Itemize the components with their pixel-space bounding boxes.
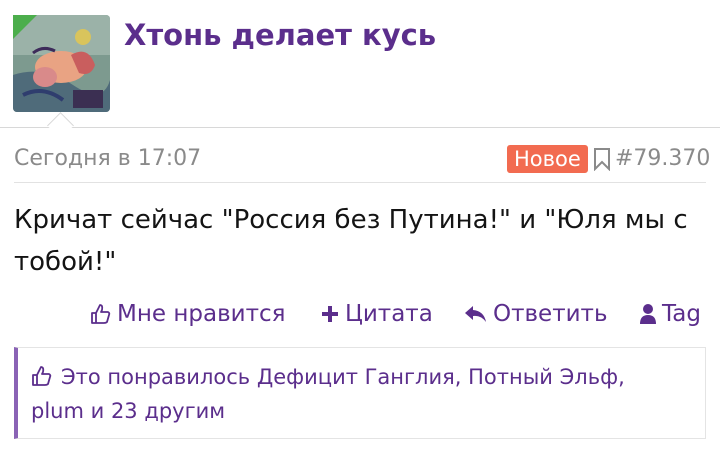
bookmark-icon[interactable] — [593, 147, 611, 171]
new-badge: Новое — [507, 145, 588, 173]
reply-label: Ответить — [493, 301, 608, 327]
user-icon — [640, 304, 656, 324]
like-label: Мне нравится — [117, 301, 286, 327]
liker-link-3[interactable]: plum — [31, 399, 84, 423]
avatar-status-corner — [13, 15, 37, 39]
reply-button[interactable]: Ответить — [464, 296, 608, 332]
post-actions: Мне нравится Цитата Ответить Tag — [0, 296, 720, 332]
post-number[interactable]: #79.370 — [615, 146, 710, 171]
likes-summary: Это понравилось Дефицит Ганглия, Потный … — [14, 347, 706, 439]
likes-text: Это понравилось Дефицит Ганглия, Потный … — [31, 360, 691, 428]
post-meta: Сегодня в 17:07 Новое #79.370 — [0, 140, 720, 180]
liker-link-1[interactable]: Дефицит Ганглия — [257, 365, 455, 389]
plus-icon — [322, 306, 338, 322]
thumbs-up-icon — [32, 366, 52, 386]
like-button[interactable]: Мне нравится — [90, 296, 285, 332]
tag-label: Tag — [662, 301, 701, 327]
likes-prefix: Это понравилось — [61, 365, 251, 389]
post-header: Хтонь делает кусь — [0, 0, 720, 127]
likes-separator: , — [454, 365, 469, 389]
meta-divider — [14, 182, 706, 183]
header-divider — [0, 127, 720, 128]
liker-link-2[interactable]: Потный Эльф — [468, 365, 618, 389]
post-timestamp[interactable]: Сегодня в 17:07 — [14, 146, 201, 171]
quote-button[interactable]: Цитата — [320, 296, 433, 332]
tag-button[interactable]: Tag — [639, 296, 701, 332]
username[interactable]: Хтонь делает кусь — [124, 18, 436, 52]
likes-separator: , — [618, 365, 625, 389]
likes-conjunction: и — [83, 399, 111, 423]
post-message: Кричат сейчас "Россия без Путина!" и "Юл… — [14, 205, 688, 277]
thumbs-up-icon — [91, 304, 111, 324]
reply-icon — [465, 306, 486, 322]
quote-label: Цитата — [345, 301, 433, 327]
likes-others-link[interactable]: 23 другим — [111, 399, 225, 423]
